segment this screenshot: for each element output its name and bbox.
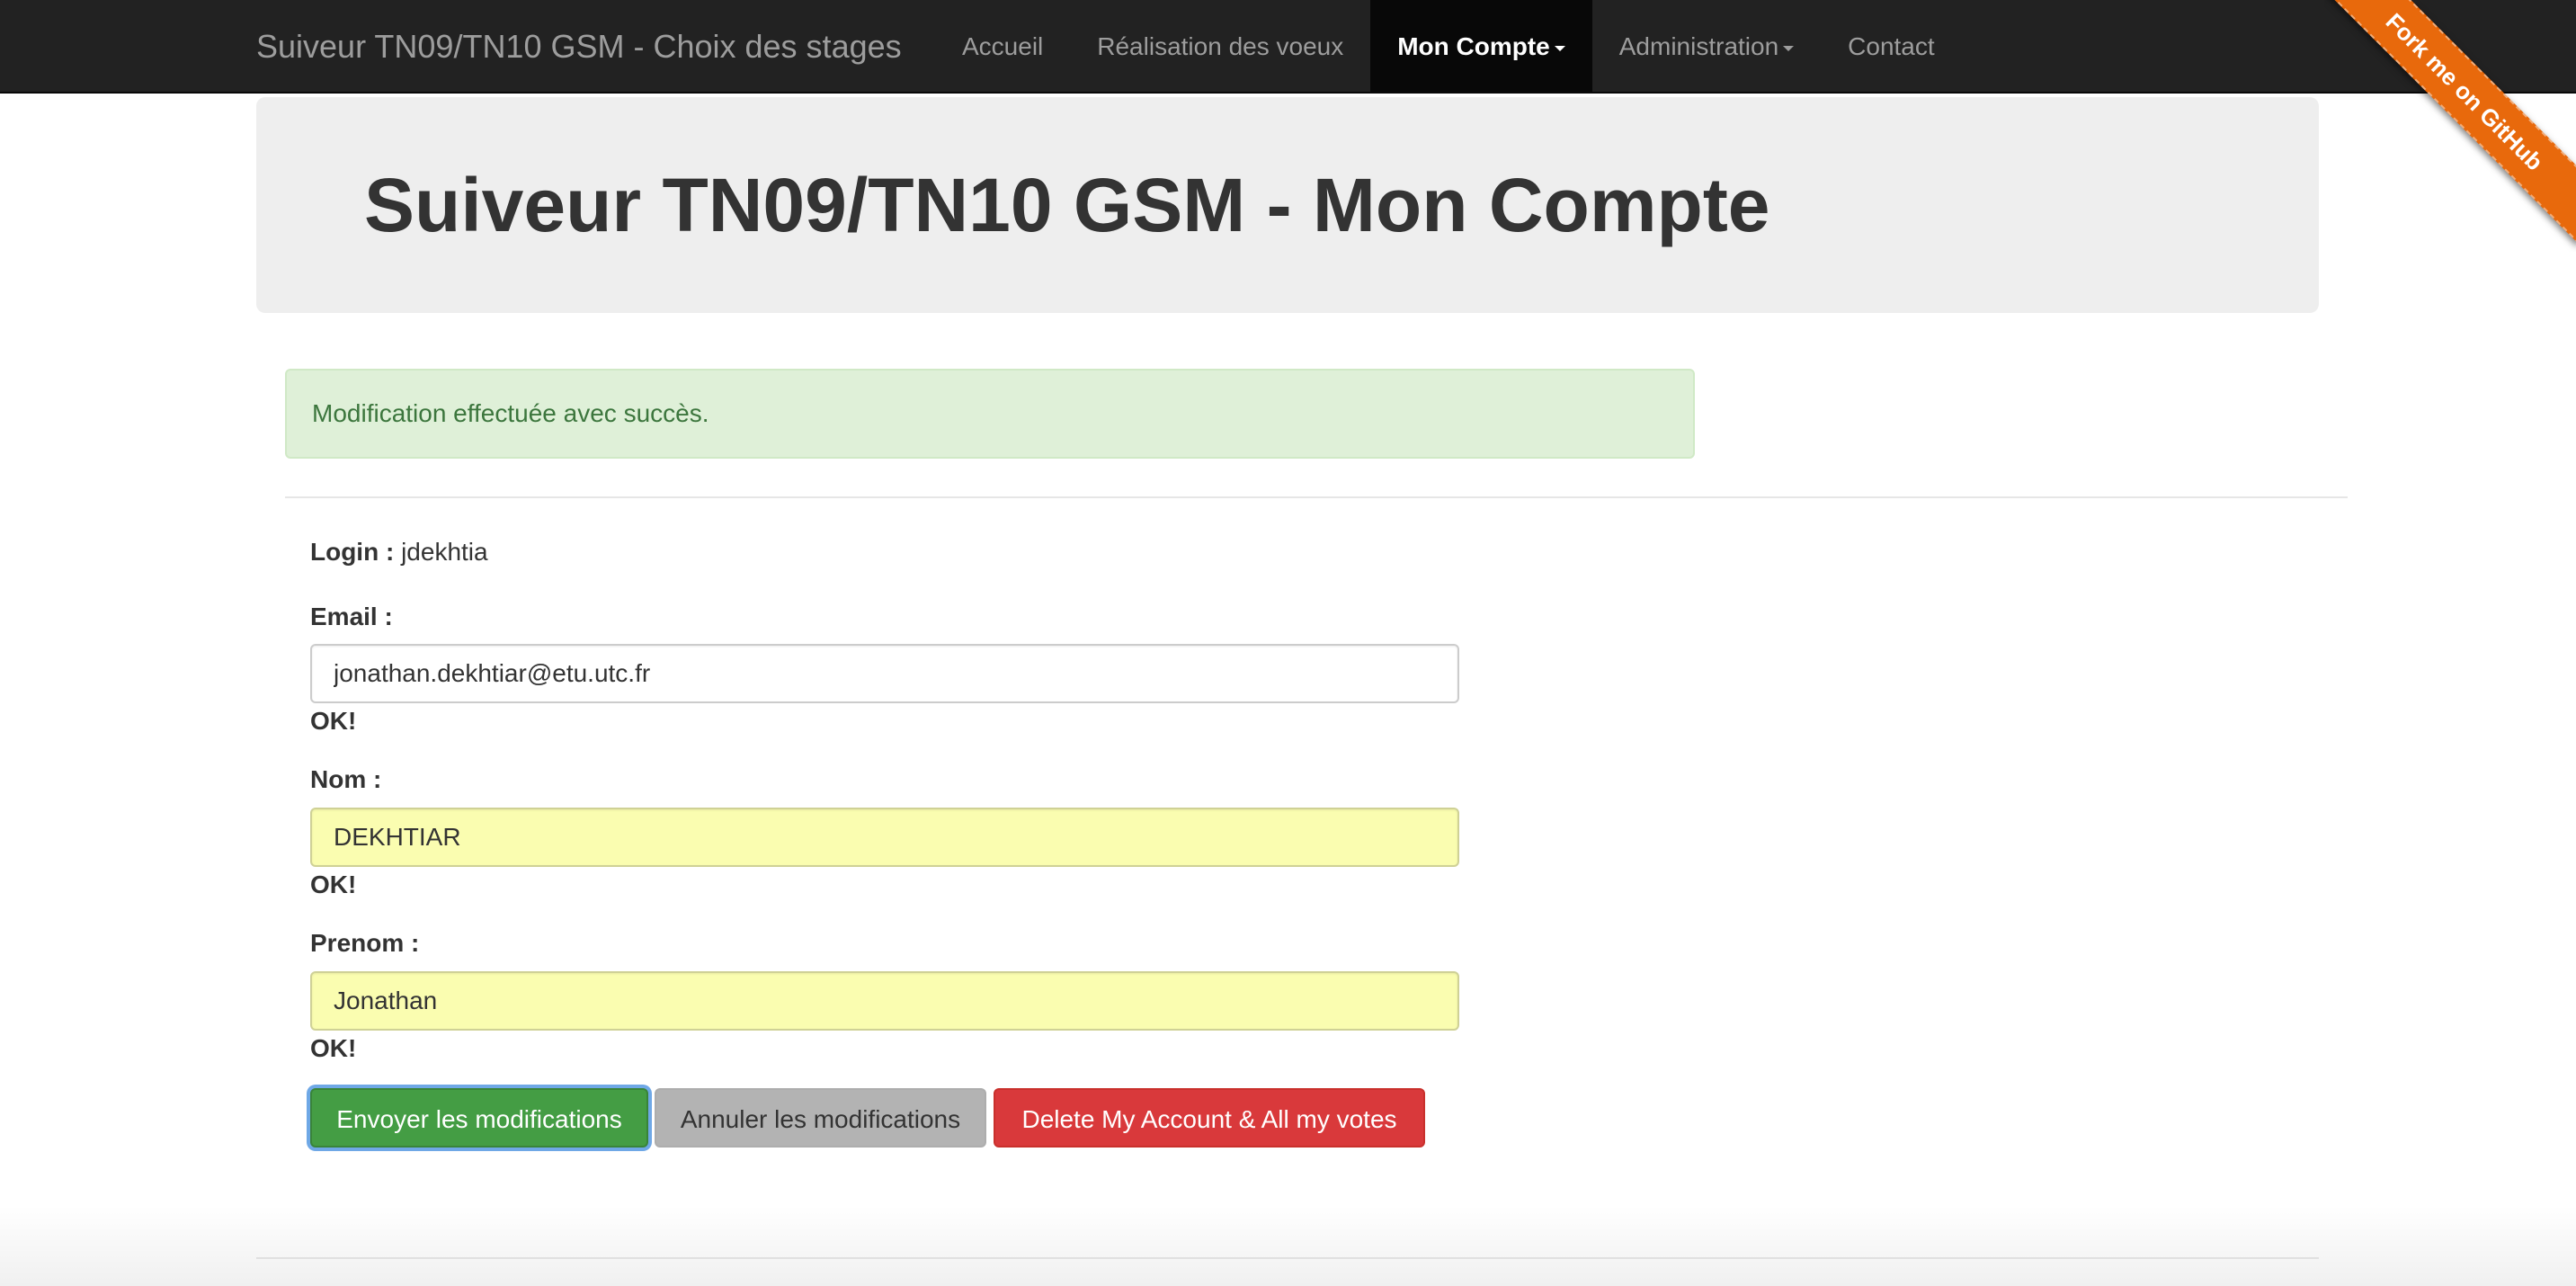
nav-item-contact[interactable]: Contact xyxy=(1821,0,1962,94)
email-label: Email : xyxy=(310,603,393,630)
nav-menu: Accueil Réalisation des voeux Mon Compte… xyxy=(935,0,1962,94)
nom-field[interactable] xyxy=(310,808,1459,867)
caret-down-icon xyxy=(1783,45,1795,51)
prenom-label: Prenom : xyxy=(310,929,420,957)
nav-item-administration[interactable]: Administration xyxy=(1592,0,1821,94)
login-row: Login : jdekhtia xyxy=(310,536,488,568)
nav-item-accueil[interactable]: Accueil xyxy=(935,0,1070,94)
success-alert: Modification effectuée avec succès. xyxy=(285,369,1695,459)
page-header-jumbotron: Suiveur TN09/TN10 GSM - Mon Compte xyxy=(256,97,2319,313)
navbar-brand[interactable]: Suiveur TN09/TN10 GSM - Choix des stages xyxy=(256,0,902,94)
nom-status: OK! xyxy=(310,871,357,898)
top-navbar: Suiveur TN09/TN10 GSM - Choix des stages… xyxy=(0,0,2576,94)
bottom-shadow xyxy=(0,1205,2576,1286)
nav-item-label: Accueil xyxy=(962,32,1044,60)
delete-account-button[interactable]: Delete My Account & All my votes xyxy=(994,1088,1425,1148)
nav-item-label: Réalisation des voeux xyxy=(1097,32,1344,60)
divider xyxy=(285,496,2348,498)
email-field[interactable] xyxy=(310,644,1459,703)
cancel-changes-button[interactable]: Annuler les modifications xyxy=(655,1088,986,1148)
github-fork-ribbon[interactable]: Fork me on GitHub xyxy=(2324,0,2576,245)
prenom-field[interactable] xyxy=(310,971,1459,1031)
page-title: Suiveur TN09/TN10 GSM - Mon Compte xyxy=(364,163,1770,247)
nom-label: Nom : xyxy=(310,765,382,793)
email-status: OK! xyxy=(310,707,357,735)
nav-item-realisation-voeux[interactable]: Réalisation des voeux xyxy=(1070,0,1370,94)
prenom-status: OK! xyxy=(310,1034,357,1062)
footer-divider xyxy=(256,1257,2319,1259)
nav-item-label: Mon Compte xyxy=(1397,32,1550,60)
nav-item-label: Administration xyxy=(1618,32,1779,60)
github-ribbon-container: Fork me on GitHub xyxy=(2324,0,2576,252)
nav-item-label: Contact xyxy=(1848,32,1935,60)
login-label: Login : xyxy=(310,538,395,566)
nav-item-mon-compte[interactable]: Mon Compte xyxy=(1370,0,1592,94)
submit-changes-button[interactable]: Envoyer les modifications xyxy=(310,1088,648,1148)
caret-down-icon xyxy=(1554,45,1565,51)
login-value: jdekhtia xyxy=(401,538,488,566)
alert-message: Modification effectuée avec succès. xyxy=(312,399,709,427)
